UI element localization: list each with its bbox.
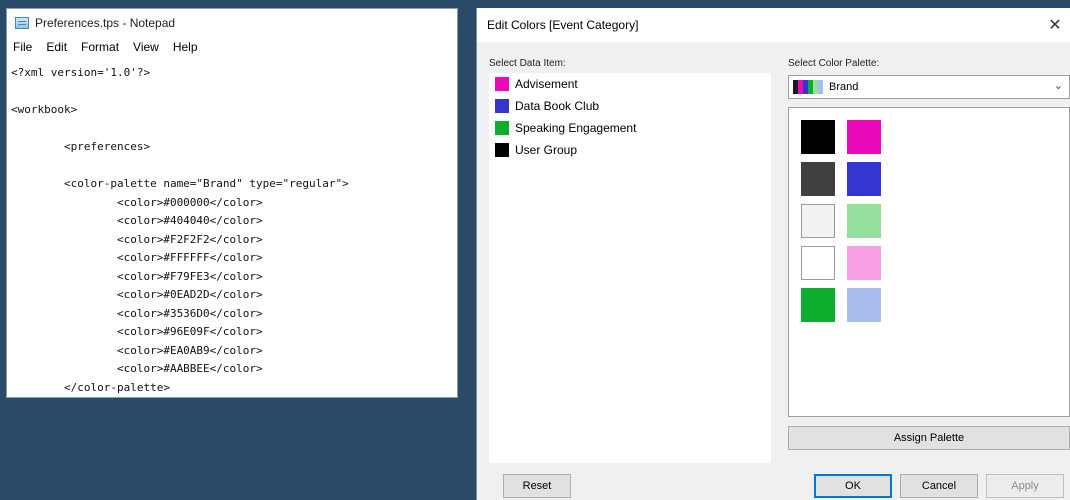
palette-swatch[interactable] [847,162,881,196]
palette-swatch[interactable] [801,204,835,238]
menu-edit[interactable]: Edit [46,40,67,54]
text-line: <color>#3536D0</color> [11,306,263,320]
text-line: </color-palette> [11,380,170,394]
select-data-item-label: Select Data Item: [489,58,566,69]
menu-format[interactable]: Format [81,40,119,54]
palette-swatch-grid [788,107,1070,417]
palette-selected-value: Brand [829,81,859,93]
palette-swatch[interactable] [801,288,835,322]
text-line: <color>#404040</color> [11,214,263,227]
palette-swatch[interactable] [847,288,881,322]
ok-button[interactable]: OK [814,474,892,498]
apply-button[interactable]: Apply [986,474,1064,498]
palette-swatch[interactable] [801,246,835,280]
close-icon[interactable]: ✕ [1044,14,1066,36]
notepad-icon [15,17,29,29]
item-color-swatch [495,121,509,135]
palette-dropdown[interactable]: Brand ⌄ [788,75,1070,99]
notepad-text-area[interactable]: <?xml version='1.0'?> <workbook> <prefere… [7,64,457,397]
text-line: <color>#F79FE3</color> [11,269,263,283]
item-color-swatch [495,77,509,91]
text-line: <color>#000000</color> [11,195,263,209]
notepad-menu-bar: File Edit Format View Help [7,37,457,57]
cancel-button[interactable]: Cancel [900,474,978,498]
text-line: <color>#F2F2F2</color> [11,232,263,246]
notepad-title-bar[interactable]: Preferences.tps - Notepad [7,9,457,37]
text-line: <color>#AABBEE</color> [11,362,263,375]
list-item[interactable]: Data Book Club [489,95,771,117]
text-line [11,120,457,139]
palette-swatch[interactable] [847,246,881,280]
list-item[interactable]: User Group [489,139,771,161]
text-line [11,157,457,176]
assign-palette-button[interactable]: Assign Palette [788,426,1070,450]
select-palette-label: Select Color Palette: [788,58,880,69]
edit-colors-dialog: Edit Colors [Event Category] ✕ Select Da… [476,8,1070,500]
text-line: <preferences> [11,140,151,153]
text-line: <color>#0EAD2D</color> [11,288,263,301]
text-line: <color>#96E09F</color> [11,325,263,338]
palette-preview-icon [793,80,823,94]
menu-view[interactable]: View [133,40,159,54]
palette-swatch[interactable] [801,120,835,154]
list-item[interactable]: Speaking Engagement [489,117,771,139]
notepad-window: Preferences.tps - Notepad File Edit Form… [6,8,458,398]
item-label: Speaking Engagement [515,121,637,135]
reset-button[interactable]: Reset [503,474,571,498]
palette-swatch[interactable] [801,162,835,196]
text-line [11,83,457,102]
item-color-swatch [495,99,509,113]
text-line: <color>#EA0AB9</color> [11,343,263,357]
menu-file[interactable]: File [13,40,32,54]
item-label: Data Book Club [515,99,600,113]
text-line: <workbook> [11,103,78,116]
palette-swatch[interactable] [847,204,881,238]
dialog-title: Edit Colors [Event Category] [487,18,639,32]
menu-help[interactable]: Help [173,40,198,54]
text-line: <color-palette name="Brand" type="regula… [11,177,349,190]
item-color-swatch [495,143,509,157]
item-label: Advisement [515,77,578,91]
list-item[interactable]: Advisement [489,73,771,95]
chevron-down-icon: ⌄ [1053,80,1063,92]
data-item-list[interactable]: Advisement Data Book Club Speaking Engagem… [489,73,771,463]
text-line: <?xml version='1.0'?> [11,66,151,79]
dialog-title-bar[interactable]: Edit Colors [Event Category] ✕ [477,8,1070,42]
palette-swatch[interactable] [847,120,881,154]
notepad-title: Preferences.tps - Notepad [35,16,176,30]
item-label: User Group [515,143,578,157]
text-line: <color>#FFFFFF</color> [11,251,263,264]
